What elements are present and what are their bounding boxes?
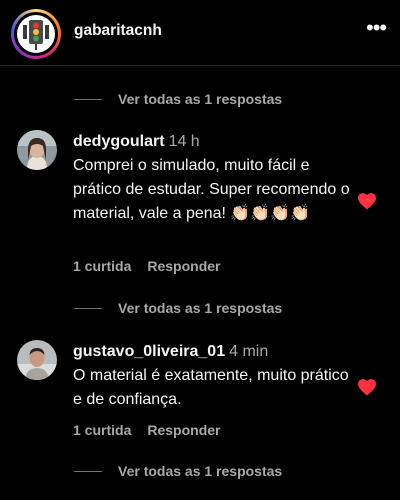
comment-text: Comprei o simulado, muito fácil e prátic… — [73, 157, 350, 222]
comment-username[interactable]: gustavo_0liveira_01 — [73, 343, 225, 360]
view-replies-button[interactable]: Ver todas as 1 respostas — [74, 298, 282, 318]
post-header: gabaritacnh ••• — [0, 0, 400, 66]
view-replies-label: Ver todas as 1 respostas — [118, 300, 283, 316]
view-replies-button[interactable]: Ver todas as 1 respostas — [74, 89, 282, 109]
comment-text: O material é exatamente, muito prático e… — [73, 367, 349, 408]
view-replies-label: Ver todas as 1 respostas — [118, 91, 283, 107]
comment-username[interactable]: dedygoulart — [73, 133, 165, 150]
view-replies-button[interactable]: Ver todas as 1 respostas — [74, 461, 282, 481]
comment-timestamp: 14 h — [168, 133, 200, 150]
like-heart-icon[interactable] — [357, 192, 377, 210]
like-heart-icon[interactable] — [357, 378, 377, 396]
commenter-avatar[interactable] — [17, 340, 57, 380]
likes-count[interactable]: 1 curtida — [73, 258, 131, 274]
divider-line — [74, 470, 102, 472]
header-username[interactable]: gabaritacnh — [74, 22, 162, 40]
view-replies-label: Ver todas as 1 respostas — [118, 463, 283, 479]
commenter-avatar[interactable] — [17, 130, 57, 170]
comments-screen: gabaritacnh ••• Ver todas as 1 respostas… — [0, 0, 400, 500]
reply-button[interactable]: Responder — [147, 258, 220, 274]
divider-line — [74, 98, 102, 100]
traffic-light-logo-icon — [17, 15, 55, 53]
divider-line — [74, 307, 102, 309]
likes-count[interactable]: 1 curtida — [73, 422, 131, 438]
comment-timestamp: 4 min — [229, 343, 269, 360]
more-options-icon[interactable]: ••• — [366, 17, 390, 42]
reply-button[interactable]: Responder — [147, 422, 220, 438]
profile-avatar-story-ring[interactable] — [11, 9, 61, 59]
